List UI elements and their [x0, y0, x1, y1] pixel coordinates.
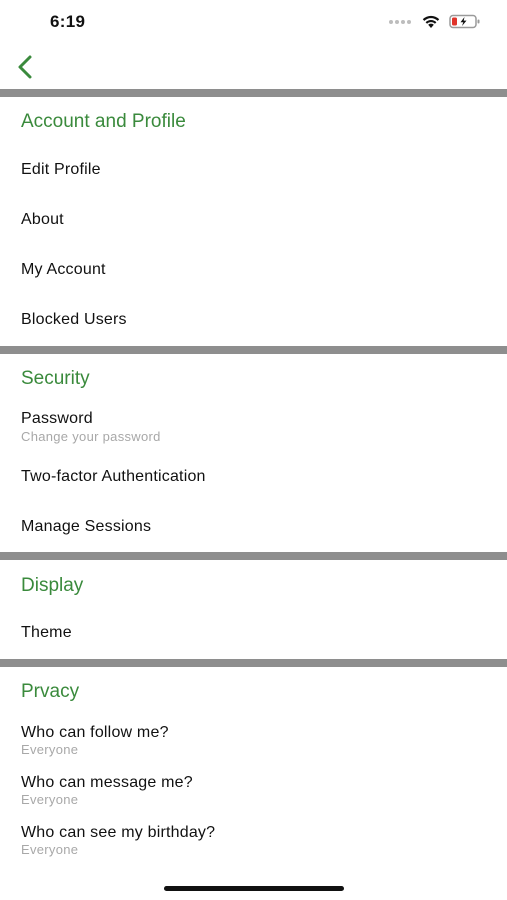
section-title-account: Account and Profile	[21, 111, 186, 132]
section-title-security: Security	[21, 368, 90, 389]
settings-item-manage-sessions[interactable]: Manage Sessions	[0, 505, 507, 551]
settings-item-about[interactable]: About	[0, 198, 507, 244]
settings-item-edit-profile[interactable]: Edit Profile	[0, 148, 507, 194]
back-button[interactable]	[10, 51, 40, 83]
settings-item-theme[interactable]: Theme	[0, 611, 507, 657]
settings-item-label: About	[21, 211, 64, 228]
settings-item-label: Password	[21, 410, 93, 427]
settings-item-label: Who can message me?	[21, 774, 193, 791]
settings-item-blocked-users[interactable]: Blocked Users	[0, 298, 507, 344]
settings-item-password[interactable]: Password Change your password	[0, 402, 507, 452]
settings-item-who-can-message[interactable]: Who can message me? Everyone	[0, 765, 507, 815]
wifi-icon	[422, 15, 440, 28]
settings-item-label: Theme	[21, 624, 72, 641]
status-bar: 6:19	[0, 0, 507, 46]
settings-item-my-account[interactable]: My Account	[0, 248, 507, 294]
chevron-left-icon	[18, 55, 32, 79]
settings-item-label: Two-factor Authentication	[21, 468, 206, 485]
section-divider	[0, 89, 507, 97]
section-title-display: Display	[21, 575, 84, 596]
settings-item-label: Blocked Users	[21, 311, 127, 328]
section-title-privacy: Prvacy	[21, 681, 80, 702]
section-divider	[0, 659, 507, 667]
settings-item-subtitle: Change your password	[21, 429, 161, 444]
settings-item-who-can-follow[interactable]: Who can follow me? Everyone	[0, 715, 507, 765]
settings-item-label: Edit Profile	[21, 161, 101, 178]
home-indicator	[164, 886, 344, 891]
settings-item-subtitle: Everyone	[21, 792, 79, 807]
settings-item-two-factor[interactable]: Two-factor Authentication	[0, 455, 507, 501]
status-icons	[389, 14, 481, 29]
settings-item-label: Manage Sessions	[21, 518, 152, 535]
battery-charging-icon	[449, 14, 480, 29]
section-divider	[0, 346, 507, 354]
status-time: 6:19	[50, 12, 86, 31]
settings-item-subtitle: Everyone	[21, 842, 79, 857]
settings-item-label: Who can follow me?	[21, 724, 169, 741]
settings-item-who-can-see-birthday[interactable]: Who can see my birthday? Everyone	[0, 815, 507, 865]
settings-item-subtitle: Everyone	[21, 742, 79, 757]
settings-item-label: My Account	[21, 261, 106, 278]
settings-item-label: Who can see my birthday?	[21, 824, 216, 841]
nav-bar	[0, 46, 507, 89]
section-divider	[0, 552, 507, 560]
signal-dots-icon	[389, 19, 411, 24]
